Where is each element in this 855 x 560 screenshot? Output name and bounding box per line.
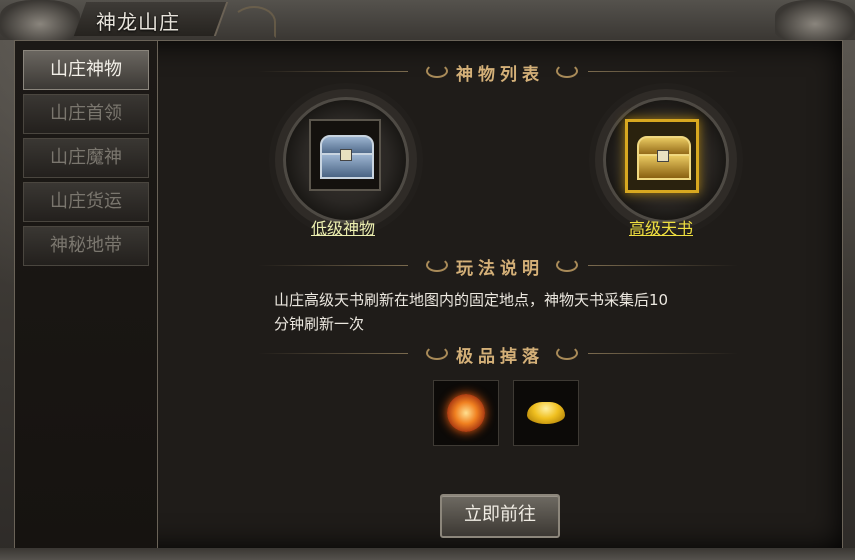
tab-shenwu[interactable]: 山庄神物 (23, 50, 149, 90)
item-label-high[interactable]: 高级天书 (591, 215, 731, 239)
tab-moshen[interactable]: 山庄魔神 (23, 138, 149, 178)
drop-slot-ingot[interactable] (513, 380, 579, 446)
tab-huoyun[interactable]: 山庄货运 (23, 182, 149, 222)
rules-description: 山庄高级天书刷新在地图内的固定地点，神物天书采集后10 分钟刷新一次 (274, 288, 754, 336)
section-title-drops: 极品掉落 (456, 347, 544, 367)
sidebar: 山庄神物 山庄首领 山庄魔神 山庄货运 神秘地带 (15, 41, 158, 549)
tab-shouling[interactable]: 山庄首领 (23, 94, 149, 134)
silver-chest-icon (320, 135, 374, 179)
drop-slot-orb[interactable] (433, 380, 499, 446)
gold-ingot-icon (527, 402, 565, 424)
scroll-ornament-icon (556, 64, 578, 78)
window-frame: 神龙山庄 山庄神物 山庄首领 山庄魔神 山庄货运 神秘地带 神物列表 低级神物 (0, 0, 855, 560)
section-divider (588, 71, 738, 72)
item-label-low[interactable]: 低级神物 (273, 215, 413, 239)
dragon-ornament-left-icon (0, 0, 80, 40)
gold-chest-icon (637, 136, 691, 180)
title-bar: 神龙山庄 (0, 0, 855, 40)
main-area: 神物列表 低级神物 高级天书 玩法说明 山庄高级天书刷新在地图内的固定地点，神物… (158, 41, 842, 549)
content-panel: 山庄神物 山庄首领 山庄魔神 山庄货运 神秘地带 神物列表 低级神物 高级天书 … (14, 40, 843, 550)
dragon-ornament-right-icon (775, 0, 855, 40)
tab-shenmi[interactable]: 神秘地带 (23, 226, 149, 266)
fire-orb-icon (447, 394, 485, 432)
bottom-border (0, 548, 855, 560)
section-divider (588, 265, 738, 266)
rules-line-2: 分钟刷新一次 (274, 315, 365, 333)
window-title: 神龙山庄 (96, 10, 180, 34)
section-divider (588, 353, 738, 354)
item-slot-low[interactable] (309, 119, 381, 191)
rules-line-1: 山庄高级天书刷新在地图内的固定地点，神物天书采集后10 (274, 291, 669, 309)
go-now-button[interactable]: 立即前往 (440, 494, 560, 538)
scroll-ornament-icon (556, 346, 578, 360)
swirl-ornament-icon (232, 6, 276, 38)
section-title-rules: 玩法说明 (456, 259, 544, 279)
section-title-item-list: 神物列表 (456, 65, 544, 85)
scroll-ornament-icon (556, 258, 578, 272)
item-slot-high[interactable] (625, 119, 699, 193)
